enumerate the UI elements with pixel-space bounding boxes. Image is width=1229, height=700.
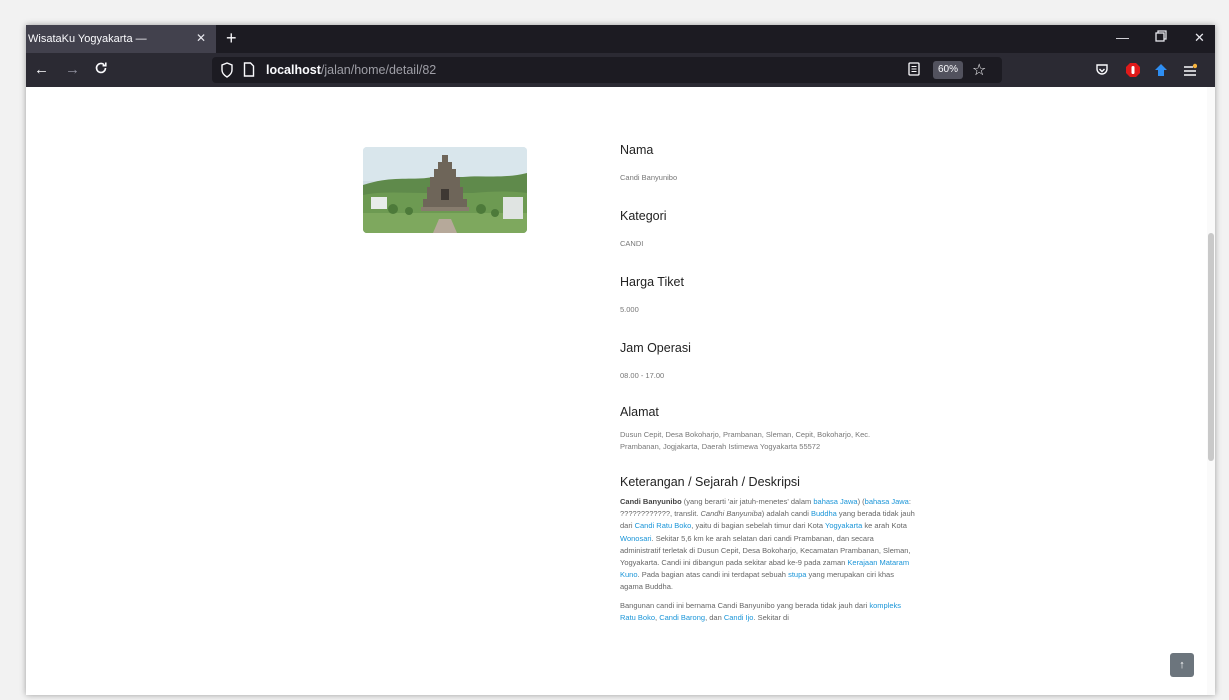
link-candi-barong[interactable]: Candi Barong (659, 613, 705, 622)
field-label: Nama (620, 143, 654, 157)
field-label: Jam Operasi (620, 341, 691, 355)
pocket-icon[interactable] (1095, 63, 1109, 82)
page-content: Nama Candi Banyunibo Kategori CANDI Harg… (26, 87, 1215, 695)
link-yogyakarta[interactable]: Yogyakarta (825, 521, 862, 530)
field-harga-tiket: Harga Tiket 5.000 (620, 275, 920, 316)
description-paragraph: Candi Banyunibo (yang berarti 'air jatuh… (620, 497, 915, 592)
nav-bar: ← → localhost/jalan/home/detail/82 60% ☆ (26, 53, 1215, 87)
field-label: Harga Tiket (620, 275, 684, 289)
description-section: Keterangan / Sejarah / Deskripsi Candi B… (620, 475, 920, 624)
minimize-icon[interactable]: — (1116, 30, 1129, 45)
arrow-up-icon: ↑ (1179, 659, 1185, 671)
field-jam-operasi: Jam Operasi 08.00 - 17.00 (620, 341, 920, 382)
arrow-right-icon[interactable]: → (65, 61, 80, 79)
url-bar[interactable]: localhost/jalan/home/detail/82 60% ☆ (212, 57, 1002, 83)
browser-window: WisataKu Yogyakarta — ✕ + — ✕ ← → localh… (26, 25, 1215, 695)
field-kategori: Kategori CANDI (620, 209, 920, 250)
menu-icon[interactable] (1183, 63, 1198, 82)
field-value: CANDI (620, 239, 644, 248)
zoom-level[interactable]: 60% (933, 61, 963, 79)
field-label: Kategori (620, 209, 667, 223)
description-title: Keterangan / Sejarah / Deskripsi (620, 475, 800, 489)
scrollbar-thumb[interactable] (1208, 233, 1214, 461)
field-alamat: Alamat Dusun Cepit, Desa Bokoharjo, Pram… (620, 405, 920, 453)
tab-bar: WisataKu Yogyakarta — ✕ + — ✕ (26, 25, 1215, 53)
link-candi-ijo[interactable]: Candi Ijo (724, 613, 754, 622)
link-buddha[interactable]: Buddha (811, 509, 837, 518)
destination-photo (363, 147, 527, 233)
url-host: localhost (266, 63, 321, 77)
reload-icon[interactable] (94, 61, 108, 80)
page-icon[interactable] (243, 62, 255, 82)
url-text[interactable]: localhost/jalan/home/detail/82 (266, 63, 436, 77)
bold-name: Candi Banyunibo (620, 497, 682, 506)
link-stupa[interactable]: stupa (788, 570, 806, 579)
tab-title: WisataKu Yogyakarta — (28, 33, 147, 45)
window-close-icon[interactable]: ✕ (1194, 30, 1205, 46)
arrow-left-icon[interactable]: ← (34, 61, 49, 79)
link-bahasa-jawa[interactable]: bahasa Jawa (813, 497, 857, 506)
tab-wisataku[interactable]: WisataKu Yogyakarta — ✕ (26, 25, 216, 53)
close-icon[interactable]: ✕ (196, 31, 206, 45)
back-to-top-button[interactable]: ↑ (1170, 653, 1194, 677)
link-bahasa-jawa-2[interactable]: bahasa Jawa (865, 497, 909, 506)
shield-extension-icon[interactable] (1154, 63, 1168, 82)
plus-icon[interactable]: + (226, 28, 237, 48)
field-value: 5.000 (620, 305, 639, 314)
restore-icon[interactable] (1155, 30, 1167, 45)
description-paragraph-2: Bangunan candi ini bernama Candi Banyuni… (620, 600, 902, 622)
url-path: /jalan/home/detail/82 (320, 63, 437, 77)
field-label: Alamat (620, 405, 659, 419)
link-wonosari[interactable]: Wonosari (620, 534, 652, 543)
shield-icon[interactable] (220, 62, 234, 83)
field-value: 08.00 - 17.00 (620, 371, 665, 380)
field-value: Dusun Cepit, Desa Bokoharjo, Prambanan, … (620, 430, 871, 451)
reader-view-icon[interactable] (908, 62, 920, 81)
star-icon[interactable]: ☆ (972, 60, 986, 80)
detail-section: Nama Candi Banyunibo Kategori CANDI Harg… (620, 143, 920, 624)
field-value: Candi Banyunibo (620, 173, 678, 182)
link-ratu-boko[interactable]: Candi Ratu Boko (635, 521, 692, 530)
adblock-icon[interactable] (1125, 62, 1141, 83)
field-nama: Nama Candi Banyunibo (620, 143, 920, 184)
